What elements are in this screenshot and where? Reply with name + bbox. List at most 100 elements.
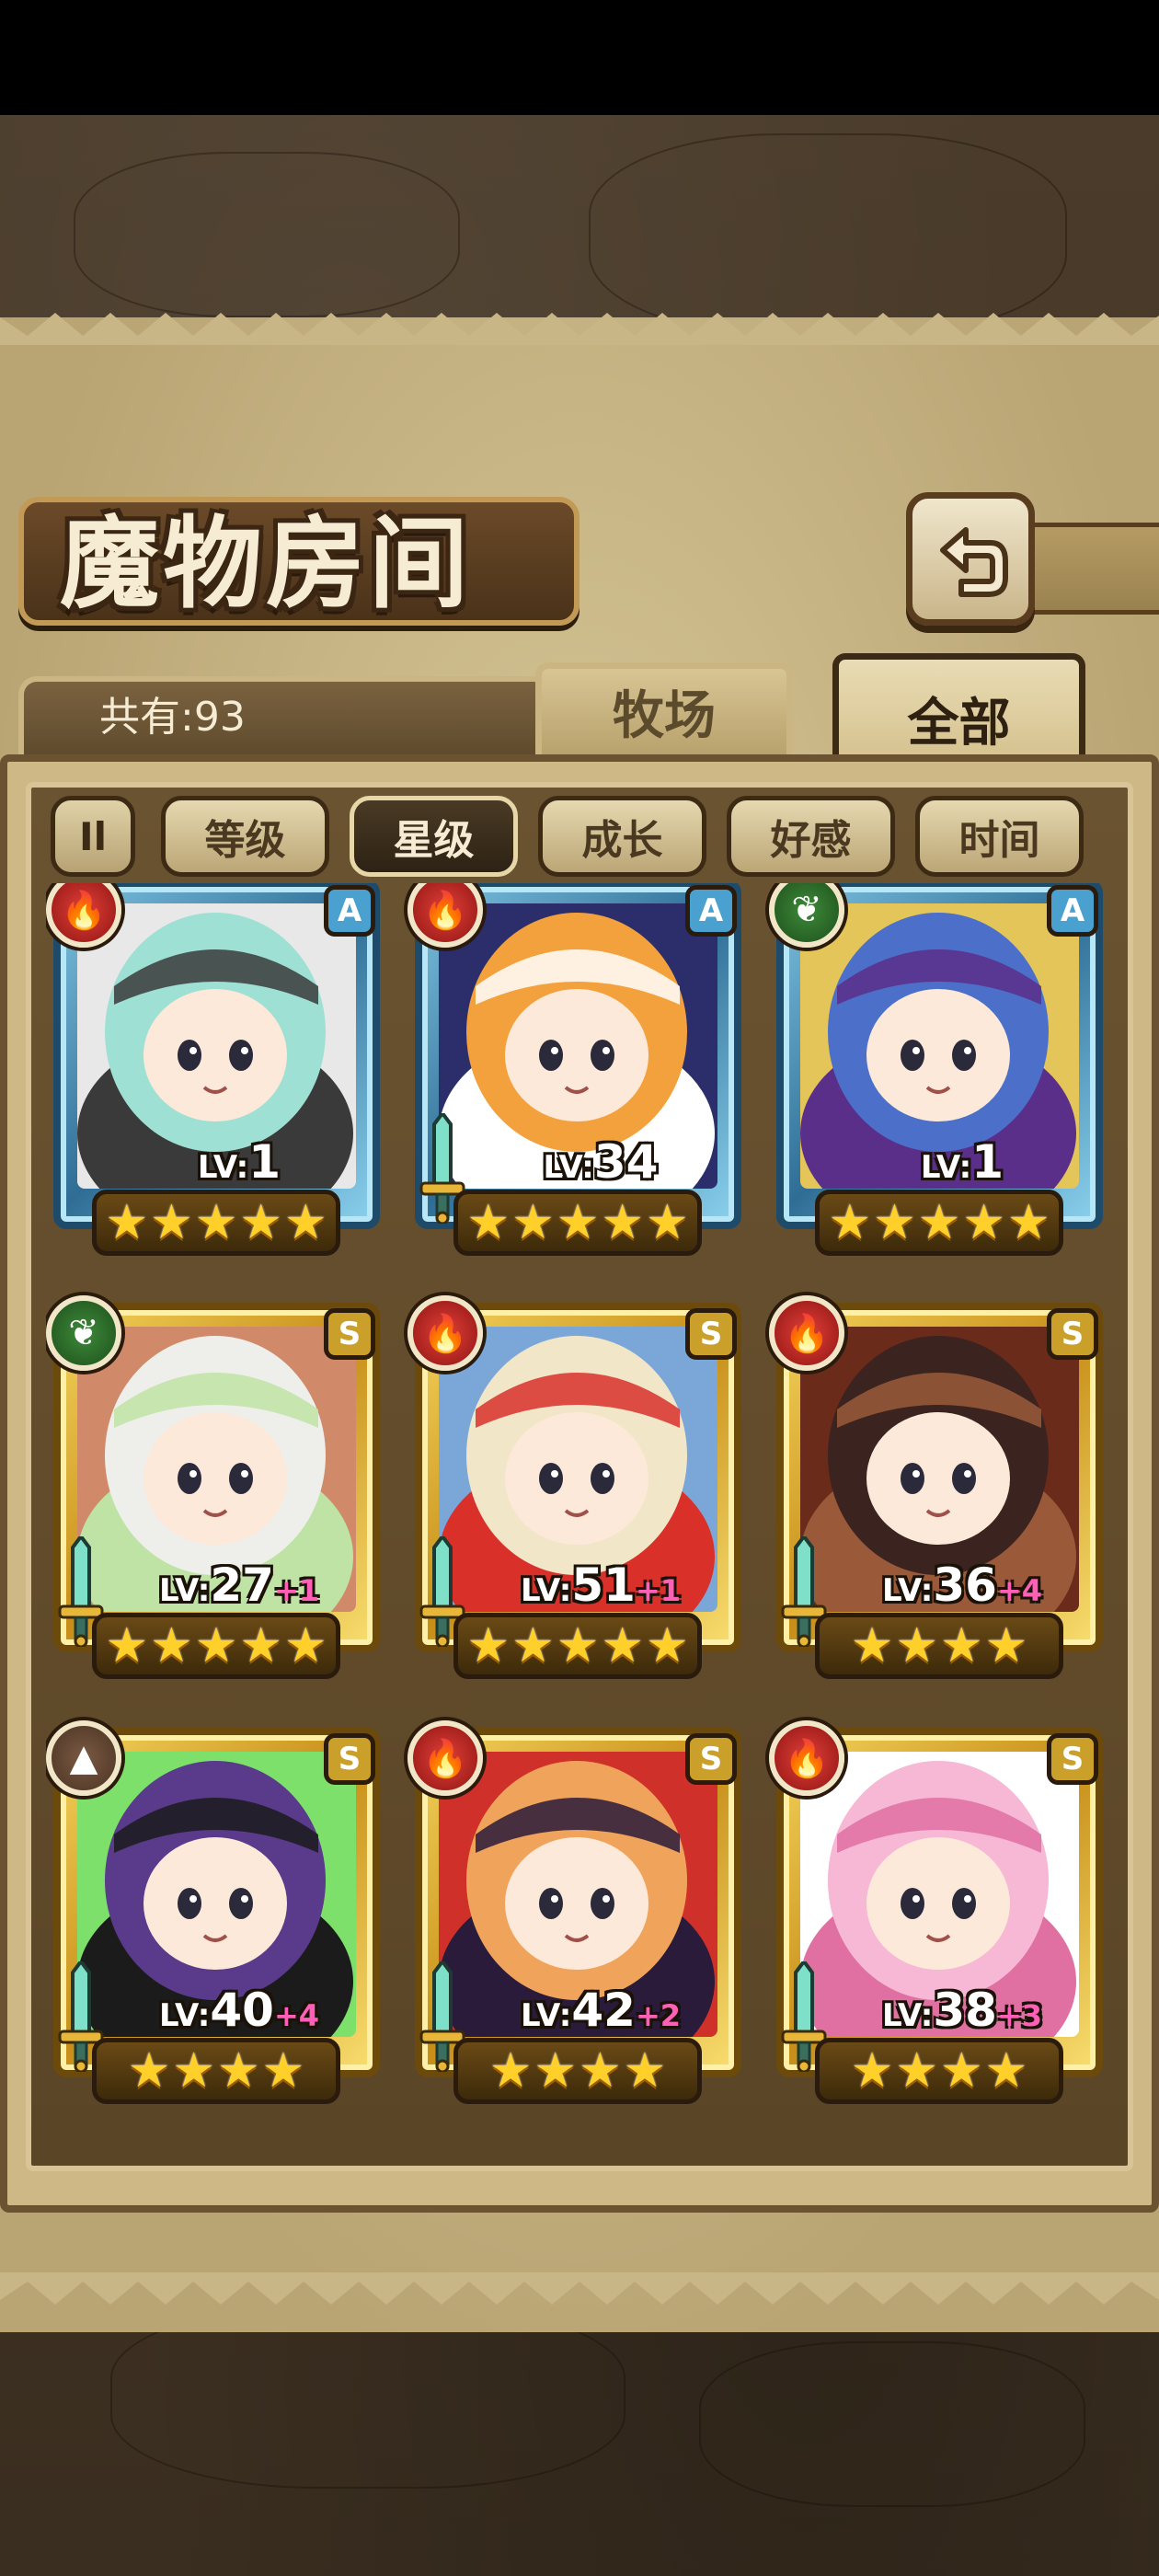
star-icon: ★: [150, 1195, 193, 1250]
sort-button-time[interactable]: 时间: [915, 796, 1084, 877]
star-rating: ★ ★ ★ ★ ★: [92, 1613, 340, 1679]
star-icon: ★: [895, 2043, 938, 2099]
monster-card[interactable]: ❦ A LV:1 ★ ★ ★ ★ ★: [769, 883, 1109, 1277]
level-prefix: LV:: [881, 1572, 934, 1609]
monster-level: LV:42+2: [463, 1983, 739, 2038]
monster-level: LV:36+4: [824, 1558, 1100, 1613]
rank-badge: A: [685, 885, 737, 937]
rank-badge: S: [1047, 1733, 1098, 1785]
fire-element-icon: 🔥: [407, 1720, 483, 1796]
star-icon: ★: [850, 2043, 894, 2099]
monster-level: LV:34: [463, 1134, 739, 1190]
star-rating: ★ ★ ★ ★: [92, 2038, 340, 2104]
level-bonus: +2: [635, 1998, 682, 2033]
star-icon: ★: [828, 1195, 872, 1250]
monster-card[interactable]: 🔥 A LV:1 ★ ★ ★ ★ ★: [46, 883, 386, 1277]
level-value: 1: [248, 1135, 281, 1189]
monster-level: LV:27+1: [101, 1558, 377, 1613]
sort-order-toggle[interactable]: Il: [51, 796, 135, 877]
monster-card[interactable]: 🔥 S LV:51+1 ★ ★ ★ ★ ★: [407, 1295, 748, 1700]
sort-button-growth[interactable]: 成长: [538, 796, 706, 877]
return-arrow-icon: [940, 526, 1008, 597]
level-prefix: LV:: [543, 1149, 594, 1186]
count-tab: [18, 676, 552, 759]
monster-card[interactable]: ❦ S LV:27+1 ★ ★ ★ ★ ★: [46, 1295, 386, 1700]
star-icon: ★: [283, 1195, 327, 1250]
monster-level: LV:40+4: [101, 1983, 377, 2038]
level-value: 51: [571, 1558, 636, 1612]
level-prefix: LV:: [158, 1997, 211, 2034]
monster-grid: 🔥 A LV:1 ★ ★ ★ ★ ★ 🔥 A LV:34 ★ ★ ★ ★ ★ ❦ A LV:1 ★ ★ ★ ★ ★ ❦ S LV:2…: [46, 883, 1113, 2162]
star-icon: ★: [261, 2043, 305, 2099]
star-icon: ★: [283, 1618, 327, 1673]
sort-button-stars[interactable]: 星级: [350, 796, 518, 877]
level-value: 1: [971, 1135, 1004, 1189]
star-rating: ★ ★ ★ ★ ★: [453, 1190, 702, 1256]
star-icon: ★: [534, 2043, 577, 2099]
torn-edge-bottom: [0, 2272, 1159, 2305]
monster-card[interactable]: ▲ S LV:40+4 ★ ★ ★ ★: [46, 1720, 386, 2125]
level-prefix: LV:: [881, 1997, 934, 2034]
star-icon: ★: [466, 1618, 511, 1673]
star-icon: ★: [127, 2043, 171, 2099]
star-icon: ★: [895, 1618, 938, 1673]
level-value: 38: [933, 1984, 997, 2037]
back-button[interactable]: [906, 492, 1035, 626]
monster-count: 共有:93: [99, 694, 246, 741]
sort-button-affection[interactable]: 好感: [727, 796, 895, 877]
monster-card[interactable]: 🔥 A LV:34 ★ ★ ★ ★ ★: [407, 883, 748, 1277]
level-prefix: LV:: [197, 1149, 249, 1186]
status-bar: [0, 0, 1159, 115]
level-value: 40: [210, 1984, 274, 2037]
sort-bar: Il 等级 星级 成长 好感 时间: [51, 796, 1108, 879]
tab-ranch[interactable]: 牧场: [535, 662, 793, 754]
star-icon: ★: [105, 1195, 149, 1250]
level-bonus: +1: [635, 1573, 682, 1608]
star-icon: ★: [466, 1195, 511, 1250]
star-icon: ★: [940, 1618, 983, 1673]
star-icon: ★: [556, 1195, 600, 1250]
star-rating: ★ ★ ★ ★ ★: [453, 1613, 702, 1679]
monster-level: LV:1: [824, 1134, 1100, 1190]
fire-element-icon: 🔥: [769, 1295, 844, 1371]
star-icon: ★: [556, 1618, 600, 1673]
fire-element-icon: 🔥: [407, 1295, 483, 1371]
back-bar: [1030, 523, 1159, 615]
level-bonus: +4: [996, 1573, 1043, 1608]
star-icon: ★: [579, 2043, 622, 2099]
rank-badge: S: [685, 1308, 737, 1360]
monster-level: LV:51+1: [463, 1558, 739, 1613]
torn-edge-top: [0, 313, 1159, 345]
star-icon: ★: [601, 1618, 644, 1673]
leaf-element-icon: ❦: [46, 1295, 121, 1371]
star-rating: ★ ★ ★ ★: [815, 1613, 1063, 1679]
star-icon: ★: [150, 1618, 193, 1673]
star-icon: ★: [645, 1195, 689, 1250]
rank-badge: S: [324, 1733, 375, 1785]
star-icon: ★: [105, 1618, 149, 1673]
rank-badge: A: [1047, 885, 1098, 937]
monster-level: LV:1: [101, 1134, 377, 1190]
level-value: 36: [933, 1558, 997, 1612]
monster-card[interactable]: 🔥 S LV:42+2 ★ ★ ★ ★: [407, 1720, 748, 2125]
star-icon: ★: [984, 2043, 1028, 2099]
star-rating: ★ ★ ★ ★ ★: [92, 1190, 340, 1256]
star-icon: ★: [488, 2043, 533, 2099]
monster-card[interactable]: 🔥 S LV:36+4 ★ ★ ★ ★: [769, 1295, 1109, 1700]
star-icon: ★: [623, 2043, 667, 2099]
level-prefix: LV:: [520, 1572, 572, 1609]
star-rating: ★ ★ ★ ★: [453, 2038, 702, 2104]
star-rating: ★ ★ ★ ★ ★: [815, 1190, 1063, 1256]
star-icon: ★: [850, 1618, 894, 1673]
star-icon: ★: [239, 1195, 282, 1250]
monster-card[interactable]: 🔥 S LV:38+3 ★ ★ ★ ★: [769, 1720, 1109, 2125]
sort-button-level[interactable]: 等级: [161, 796, 329, 877]
earth-element-icon: ▲: [46, 1720, 121, 1796]
star-icon: ★: [601, 1195, 644, 1250]
star-icon: ★: [194, 1618, 238, 1673]
rank-badge: S: [1047, 1308, 1098, 1360]
level-value: 42: [571, 1984, 636, 2037]
star-icon: ★: [217, 2043, 260, 2099]
page-title: 魔物房间: [60, 506, 473, 622]
level-prefix: LV:: [520, 1997, 572, 2034]
